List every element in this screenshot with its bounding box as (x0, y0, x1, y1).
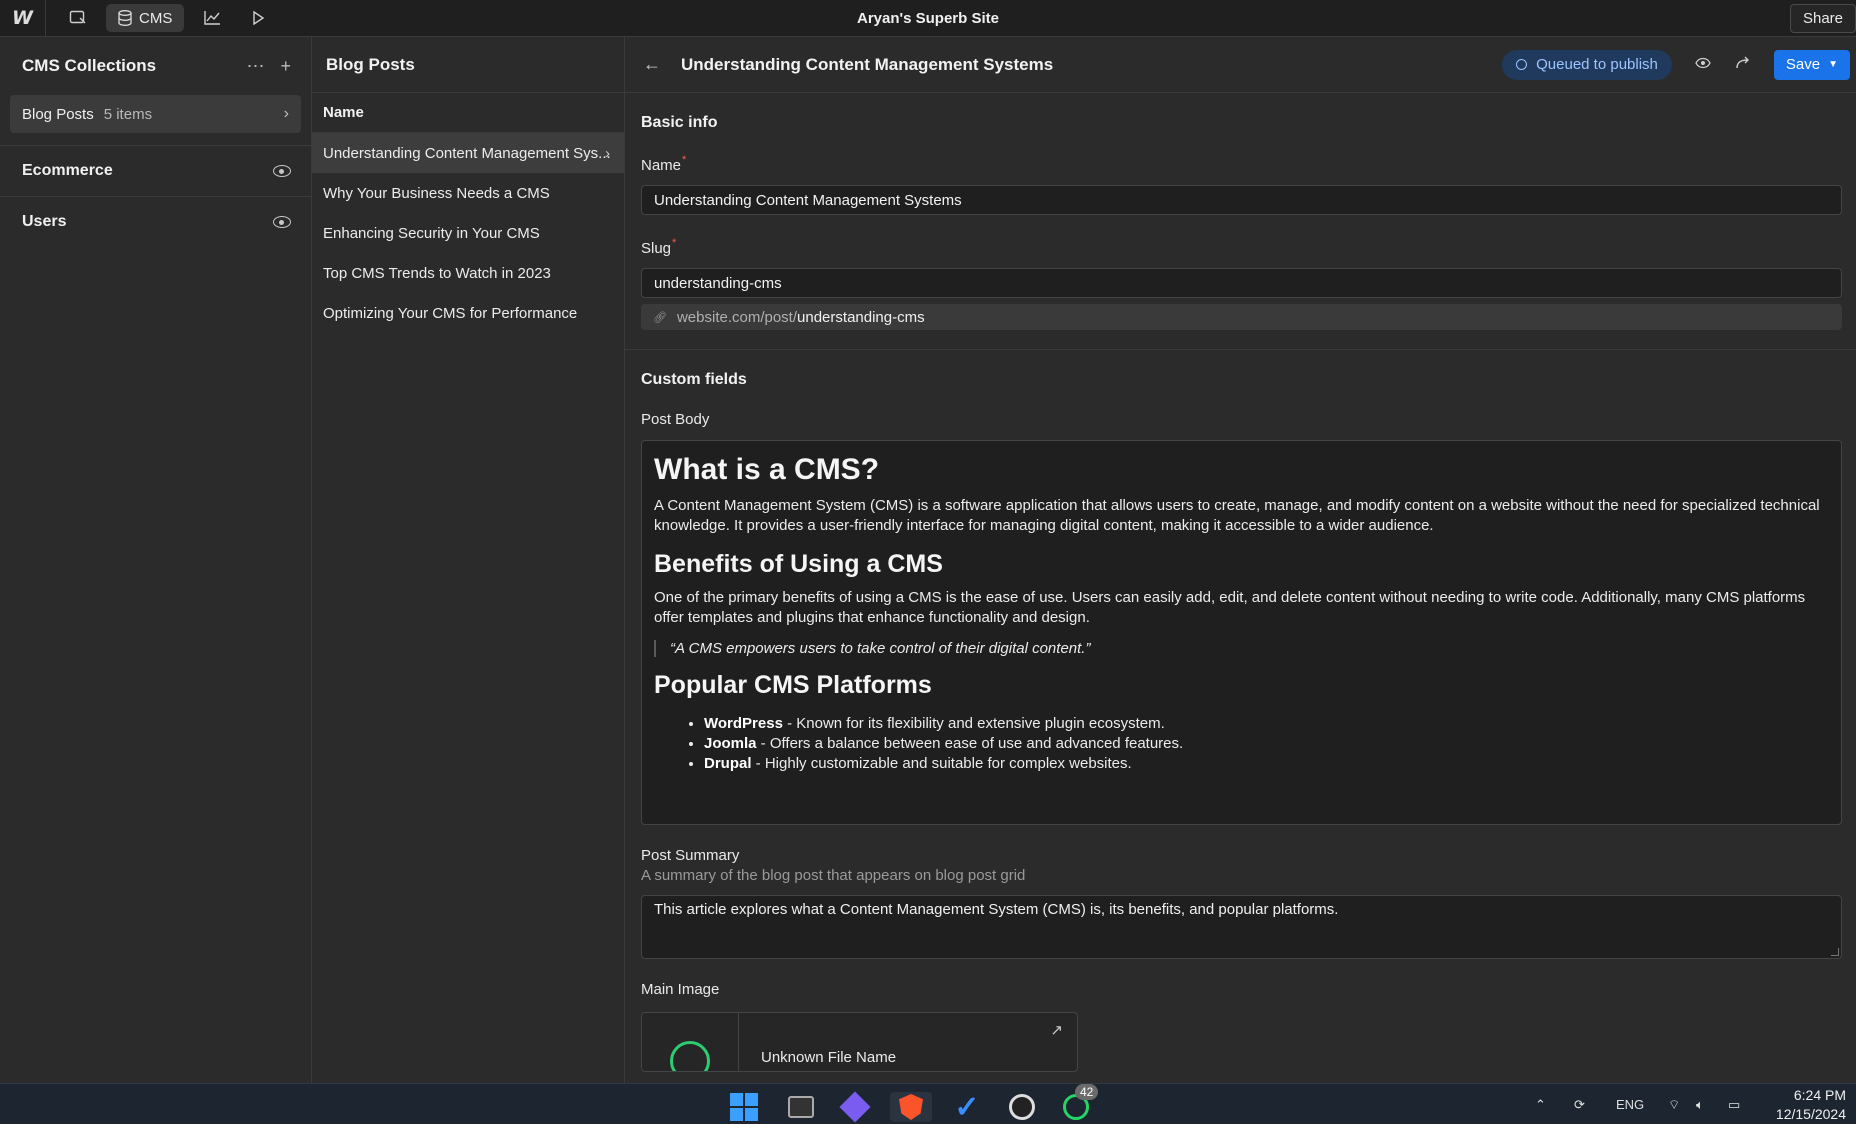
status-circle-icon (1516, 59, 1528, 70)
share-forward-icon[interactable] (1734, 55, 1752, 74)
post-body-editor[interactable]: What is a CMS? A Content Management Syst… (641, 440, 1842, 825)
wifi-icon[interactable]: ⌔ (1668, 1084, 1680, 1124)
divider (625, 349, 1856, 350)
list-item[interactable]: Optimizing Your CMS for Performance (312, 293, 624, 333)
panel-title: CMS Collections (22, 56, 157, 75)
status-badge[interactable]: Queued to publish (1502, 49, 1672, 80)
open-external-icon[interactable]: ↗ (1050, 1021, 1063, 1039)
main-image-card[interactable]: Unknown File Name ↗ (641, 1012, 1078, 1072)
more-options-icon[interactable]: ⋯ (246, 56, 264, 77)
list-item: WordPress - Known for its flexibility an… (704, 714, 1829, 734)
section-heading-basic-info: Basic info (641, 114, 718, 131)
preview-play-icon[interactable] (240, 4, 276, 32)
open-arrow-icon: › (605, 144, 610, 162)
resize-handle[interactable] (1831, 948, 1839, 956)
cms-tab-label: CMS (139, 9, 173, 27)
main-image-label: Main Image (641, 981, 720, 998)
collection-count: 5 items (103, 105, 153, 123)
list-item[interactable]: Top CMS Trends to Watch in 2023 (312, 253, 624, 293)
webflow-logo[interactable]: W (0, 0, 46, 37)
battery-icon[interactable]: ▭ (1728, 1084, 1740, 1124)
list-item: Joomla - Offers a balance between ease o… (704, 734, 1829, 754)
post-body-label: Post Body (641, 411, 710, 428)
url-preview: 🔗︎ website.com/post/understanding-cms (641, 304, 1842, 330)
collection-item-blog-posts[interactable]: Blog Posts 5 items › (10, 95, 301, 133)
name-label: Name* (641, 154, 687, 174)
eye-icon[interactable] (273, 165, 291, 177)
list-title: Blog Posts (312, 37, 624, 93)
column-header-name[interactable]: Name (312, 93, 624, 133)
body-blockquote: “A CMS empowers users to take control of… (654, 640, 1829, 657)
post-summary-help: A summary of the blog post that appears … (641, 867, 1026, 884)
collection-name: Blog Posts (22, 105, 94, 123)
top-bar: W CMS (0, 0, 1856, 37)
chevron-right-icon: › (283, 105, 289, 122)
body-heading-1: What is a CMS? (654, 453, 880, 486)
image-thumbnail (642, 1013, 739, 1071)
name-field[interactable]: Understanding Content Management Systems (641, 185, 1842, 215)
body-heading-2: Benefits of Using a CMS (654, 550, 943, 578)
post-summary-textarea[interactable]: This article explores what a Content Man… (641, 895, 1842, 959)
brave-browser-icon[interactable] (890, 1092, 932, 1122)
tray-chevron-up-icon[interactable]: ⌃ (1535, 1084, 1546, 1124)
blog-posts-list-panel: Blog Posts Name Understanding Content Ma… (312, 37, 625, 1083)
todo-check-icon[interactable]: ✓ (952, 1091, 982, 1124)
back-arrow-icon[interactable]: ← (643, 54, 661, 75)
cms-collections-panel: CMS Collections ⋯ + Blog Posts 5 items ›… (0, 37, 312, 1083)
database-icon (118, 10, 132, 26)
post-summary-label: Post Summary (641, 847, 740, 864)
terminal-icon[interactable] (786, 1092, 816, 1122)
section-heading-custom-fields: Custom fields (641, 371, 747, 388)
save-button[interactable]: Save ▼ (1773, 49, 1850, 80)
os-taskbar: ✓ ⌃ ⟳ ENG ⌔ 🔈︎ ▭ 6:24 PM 12/15/2024 (0, 1083, 1856, 1124)
body-paragraph: One of the primary benefits of using a C… (654, 589, 1806, 626)
sync-icon[interactable]: ⟳ (1574, 1084, 1585, 1124)
list-item: Drupal - Highly customizable and suitabl… (704, 754, 1829, 774)
slug-label: Slug* (641, 237, 677, 257)
section-label: Ecommerce (22, 162, 113, 179)
section-ecommerce[interactable]: Ecommerce (0, 145, 311, 196)
windows-start-icon[interactable] (729, 1092, 759, 1122)
add-collection-icon[interactable]: + (280, 56, 291, 77)
language-indicator[interactable]: ENG (1616, 1084, 1644, 1124)
section-users[interactable]: Users (0, 196, 311, 247)
list-item[interactable]: Enhancing Security in Your CMS (312, 213, 624, 253)
eye-icon[interactable] (1694, 56, 1712, 74)
cms-tab[interactable]: CMS (106, 4, 185, 32)
check-circle-icon (670, 1041, 710, 1071)
body-paragraph: A Content Management System (CMS) is a s… (654, 497, 1820, 534)
pages-icon[interactable] (60, 4, 96, 32)
camera-app-icon[interactable] (1007, 1092, 1037, 1122)
list-item[interactable]: Why Your Business Needs a CMS (312, 173, 624, 213)
chevron-down-icon: ▼ (1828, 59, 1838, 70)
body-heading-2: Popular CMS Platforms (654, 671, 932, 699)
analytics-icon[interactable] (194, 4, 230, 32)
url-slug: understanding-cms (797, 308, 925, 326)
system-clock[interactable]: 6:24 PM 12/15/2024 (1776, 1086, 1846, 1124)
list-item[interactable]: Understanding Content Management Sys... … (312, 133, 624, 173)
item-title: Understanding Content Management Systems (681, 54, 1054, 74)
eye-icon[interactable] (273, 216, 291, 228)
image-file-name: Unknown File Name (761, 1049, 897, 1066)
required-asterisk: * (682, 154, 687, 166)
share-button[interactable]: Share (1789, 4, 1856, 33)
body-list: WordPress - Known for its flexibility an… (654, 714, 1829, 774)
url-base: website.com/post/ (676, 308, 798, 326)
slug-field[interactable]: understanding-cms (641, 268, 1842, 298)
link-icon: 🔗︎ (653, 311, 667, 324)
app-diamond-icon[interactable] (839, 1091, 871, 1123)
required-asterisk: * (672, 237, 677, 249)
section-label: Users (22, 213, 67, 230)
volume-icon[interactable]: 🔈︎ (1696, 1084, 1704, 1124)
item-editor-panel: ← Understanding Content Management Syste… (625, 37, 1856, 1083)
notification-badge: 42 (1075, 1084, 1099, 1100)
